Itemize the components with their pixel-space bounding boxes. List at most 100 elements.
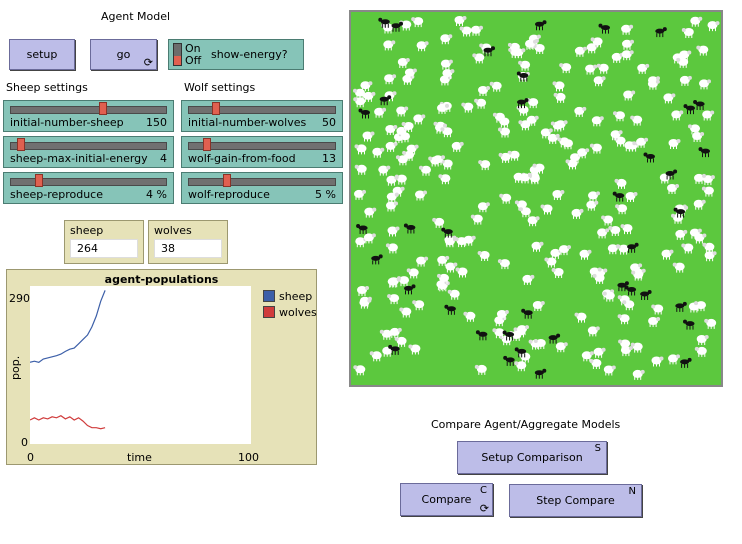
slider-thumb[interactable] [35, 174, 44, 187]
sheep-agent [474, 364, 487, 375]
slider-sheep-max-initial-energy[interactable]: sheep-max-initial-energy 4 [3, 136, 174, 168]
sheep-agent [608, 226, 621, 236]
sheep-agent [471, 25, 483, 36]
slider-name: sheep-max-initial-energy [10, 152, 148, 165]
sheep-agent [596, 63, 609, 74]
slider-track [188, 178, 336, 186]
wolf-settings-heading: Wolf settings [184, 81, 256, 94]
compare-label: Compare [421, 493, 472, 506]
sheep-agent [622, 300, 635, 311]
slider-wolf-reproduce[interactable]: wolf-reproduce 5 % [181, 172, 343, 204]
sheep-agent [499, 193, 512, 204]
sheep-agent [622, 39, 634, 50]
sheep-agent [498, 152, 511, 163]
sheep-agent [620, 224, 633, 235]
sheep-agent [694, 346, 707, 357]
slider-initial-number-sheep[interactable]: initial-number-sheep 150 [3, 100, 174, 132]
wolf-agent [548, 333, 561, 344]
sheep-agent [693, 199, 706, 210]
wolf-agent [521, 308, 533, 319]
sheep-agent [681, 28, 694, 38]
x-axis-label: time [127, 451, 152, 464]
wolf-agent [643, 152, 655, 163]
series-line-sheep [30, 290, 106, 363]
sheep-agent [587, 326, 600, 337]
sheep-agent [394, 336, 407, 347]
wolf-agent [404, 284, 416, 295]
sheep-agent [637, 63, 650, 74]
slider-thumb[interactable] [211, 102, 220, 115]
sheep-agent [579, 249, 592, 260]
sheep-agent [518, 207, 531, 218]
forever-icon: ⟳ [143, 56, 153, 69]
sheep-agent [532, 301, 545, 311]
sheep-agent [557, 137, 570, 148]
sheep-agent [625, 192, 638, 202]
compare-heading: Compare Agent/Aggregate Models [431, 418, 621, 431]
sheep-agent [416, 41, 429, 52]
slider-initial-number-wolves[interactable]: initial-number-wolves 50 [181, 100, 343, 132]
slider-thumb[interactable] [17, 138, 26, 151]
switch-toggle[interactable] [173, 43, 182, 66]
sheep-agent [383, 40, 396, 51]
sheep-agent [353, 365, 366, 376]
sheep-agent [461, 102, 474, 113]
sheep-agent [527, 216, 540, 227]
show-energy-switch[interactable]: On Off show-energy? [168, 39, 304, 70]
monitor-value: 38 [154, 239, 222, 258]
sheep-agent [577, 148, 590, 159]
x-tick-max: 100 [238, 451, 259, 464]
wolves-monitor: wolves 38 [148, 220, 228, 264]
wolf-agent [698, 147, 710, 158]
setup-comparison-button[interactable]: Setup Comparison S [457, 441, 607, 474]
sheep-agent [672, 262, 685, 273]
sheep-agent [416, 256, 429, 267]
slider-name: initial-number-sheep [10, 116, 124, 129]
sheep-agent [589, 143, 602, 154]
sheep-agent [387, 294, 400, 305]
wolf-agent [475, 330, 488, 341]
slider-thumb[interactable] [203, 138, 212, 151]
sheep-agent [477, 251, 490, 261]
slider-wolf-gain-from-food[interactable]: wolf-gain-from-food 13 [181, 136, 343, 168]
sheep-agent [447, 289, 460, 300]
sheep-agent [478, 86, 490, 96]
switch-name: show-energy? [211, 48, 288, 61]
sheep-agent [451, 141, 464, 152]
slider-thumb[interactable] [99, 102, 108, 115]
sheep-agent [363, 233, 376, 244]
wolf-agent [371, 254, 383, 265]
world-view[interactable] [349, 10, 723, 387]
slider-value: 4 [160, 152, 167, 165]
sheep-agent [444, 237, 457, 248]
wolf-agent [535, 20, 547, 31]
sheep-agent [455, 267, 468, 278]
sheep-agent [593, 76, 606, 87]
wolf-agent [624, 285, 637, 296]
wolf-agent [612, 191, 625, 202]
sheep-agent [540, 204, 553, 215]
y-axis-label: pop. [9, 355, 22, 380]
slider-value: 4 % [146, 188, 167, 201]
sheep-agent [419, 165, 431, 176]
sheep-agent [574, 312, 587, 323]
monitor-value: 264 [70, 239, 138, 258]
slider-sheep-reproduce[interactable]: sheep-reproduce 4 % [3, 172, 174, 204]
slider-track [10, 178, 167, 186]
sheep-agent [704, 251, 717, 262]
slider-name: wolf-reproduce [188, 188, 270, 201]
slider-value: 50 [322, 116, 336, 129]
setup-button-label: setup [26, 48, 58, 61]
sheep-agent [585, 64, 598, 75]
legend-item-wolves: wolves [263, 304, 317, 320]
compare-button[interactable]: Compare C ⟳ [400, 483, 493, 516]
slider-thumb[interactable] [223, 174, 231, 187]
setup-button[interactable]: setup [9, 39, 75, 70]
sheep-agent [353, 97, 366, 108]
wolf-agent [675, 301, 687, 312]
sheep-agent [489, 81, 502, 92]
go-button[interactable]: go ⟳ [90, 39, 157, 70]
sheep-agent [531, 241, 544, 252]
step-compare-button[interactable]: Step Compare N [509, 484, 642, 517]
sheep-agent [559, 63, 572, 74]
